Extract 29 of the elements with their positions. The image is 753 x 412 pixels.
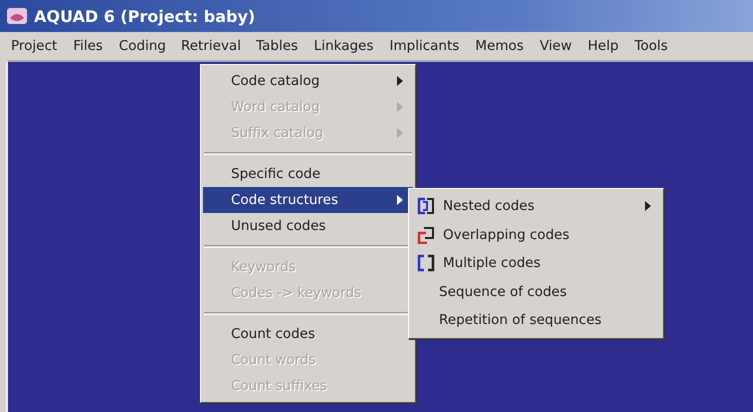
menu-item[interactable]: Repetition of sequences <box>411 306 661 334</box>
menu-bar-item[interactable]: Retrieval <box>174 35 248 57</box>
menu-bar-item[interactable]: Linkages <box>306 34 382 58</box>
app-icon <box>6 6 28 26</box>
submenu-arrow-icon <box>397 76 403 86</box>
menu-item[interactable]: Code structures <box>203 187 413 213</box>
menu-bar-item[interactable]: Coding <box>110 34 174 58</box>
submenu-arrow-icon <box>397 195 403 205</box>
menu-bar-item[interactable]: Project <box>3 34 66 58</box>
menu-bar-item[interactable]: View <box>532 34 580 58</box>
submenu-arrow-icon <box>397 128 403 138</box>
menu-item[interactable]: Overlapping codes <box>411 220 661 249</box>
menu-bar-item[interactable]: Memos <box>467 34 532 58</box>
menu-bar-item[interactable]: Tools <box>626 34 676 58</box>
submenu-arrow-icon <box>397 102 403 112</box>
menu-bar-item[interactable]: Tables <box>248 34 306 58</box>
submenu-arrow-icon <box>645 201 651 212</box>
bracket-icon <box>417 226 435 244</box>
menu-item[interactable]: Code catalog <box>203 68 413 94</box>
bracket-icon <box>417 254 435 272</box>
bracket-icon <box>417 197 435 216</box>
menu-item[interactable]: Multiple codes <box>411 249 661 278</box>
menu-item[interactable]: Nested codes <box>411 192 661 220</box>
window-title: AQUAD 6 (Project: baby) <box>34 6 256 26</box>
menu-item[interactable]: Sequence of codes <box>411 278 661 306</box>
menu-bar-item[interactable]: Implicants <box>382 34 468 58</box>
menu-bar-item[interactable]: Files <box>65 34 111 58</box>
menu-bar-item[interactable]: Help <box>580 34 627 58</box>
menu-item[interactable]: Specific code <box>203 161 413 187</box>
